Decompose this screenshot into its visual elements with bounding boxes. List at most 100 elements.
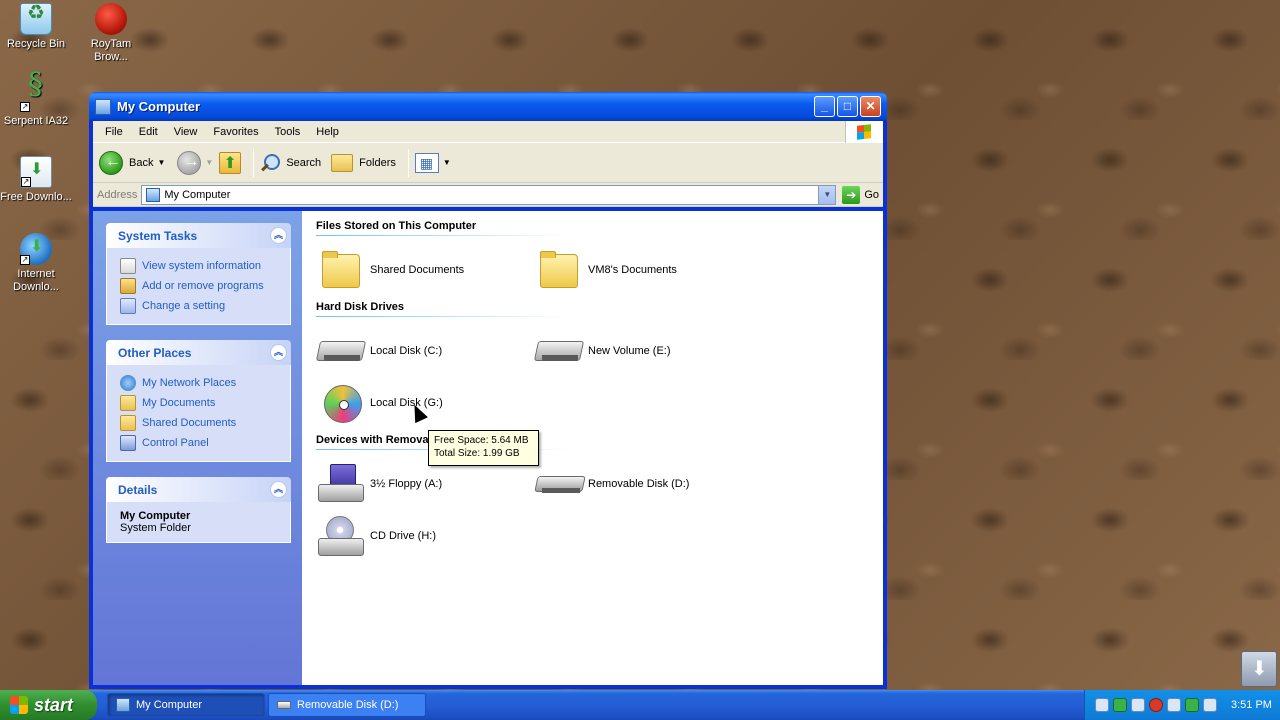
tray-app-icon[interactable] [1185,698,1199,712]
tooltip-free-space: Free Space: 5.64 MB [434,435,529,446]
tray-network-icon[interactable] [1113,698,1127,712]
control-panel-link[interactable]: Control Panel [120,433,280,453]
clock[interactable]: 3:51 PM [1231,699,1272,711]
add-remove-programs-icon [120,278,136,294]
download-manager-icon: ↗ [20,233,52,265]
cd-drive-icon [316,516,364,556]
other-places-header[interactable]: Other Places ︽ [106,340,291,365]
address-dropdown-icon[interactable]: ▼ [818,185,836,204]
desktop-icon-label: RoyTam Brow... [90,38,132,63]
my-network-places-link[interactable]: My Network Places [120,373,280,393]
my-computer-icon [95,98,111,115]
system-tasks-header[interactable]: System Tasks ︽ [106,223,291,248]
show-desktop-icon[interactable] [1241,651,1277,687]
my-documents-link[interactable]: My Documents [120,393,280,413]
windows-logo-icon [845,121,883,143]
floppy-drive-icon [316,464,364,504]
removable-disk-d-item[interactable]: Removable Disk (D:) [534,458,752,510]
menu-edit[interactable]: Edit [131,126,166,138]
back-arrow-icon: ← [99,150,123,175]
recycle-bin-icon [20,3,52,35]
link-label: My Documents [142,397,216,409]
views-button[interactable]: ▼ [414,152,451,173]
my-computer-icon [146,187,161,202]
system-tasks-panel: System Tasks ︽ View system information A… [106,223,291,325]
change-setting-link[interactable]: Change a setting [120,296,280,316]
group-title-hard-disk-drives: Hard Disk Drives [316,301,405,313]
forward-arrow-icon: → [177,150,202,175]
go-label: Go [864,188,879,201]
details-type: System Folder [120,522,191,534]
tray-app-icon[interactable] [1203,698,1217,712]
removable-disk-icon [277,701,291,709]
item-label: VM8's Documents [588,264,677,276]
folders-button[interactable]: Folders [331,153,396,172]
new-volume-e-item[interactable]: New Volume (E:) [534,325,752,377]
local-disk-g-item[interactable]: Local Disk (G:) [316,377,534,429]
menu-tools[interactable]: Tools [267,126,309,138]
desktop-icon-roytam-browser[interactable]: RoyTam Brow... [74,3,148,64]
shortcut-arrow-icon: ↗ [21,177,31,187]
search-label: Search [286,156,322,169]
go-button[interactable]: ➔ Go [842,185,879,204]
local-disk-c-item[interactable]: Local Disk (C:) [316,325,534,377]
menu-file[interactable]: File [97,126,131,138]
minimize-button[interactable]: _ [814,96,835,117]
add-remove-programs-link[interactable]: Add or remove programs [120,276,280,296]
control-panel-icon [120,298,136,314]
chevron-down-icon[interactable]: ▼ [443,158,451,167]
shared-documents-item[interactable]: Shared Documents [316,244,534,296]
item-label: CD Drive (H:) [370,530,436,542]
tray-app-icon[interactable] [1167,698,1181,712]
tray-app-icon[interactable] [1095,698,1109,712]
collapse-icon[interactable]: ︽ [270,227,287,244]
desktop-icon-free-download[interactable]: ↗ Free Downlo... [0,156,73,204]
cd-drive-h-item[interactable]: CD Drive (H:) [316,510,534,562]
network-places-icon [120,375,136,391]
maximize-button[interactable]: □ [837,96,858,117]
window-title: My Computer [117,99,201,114]
taskbar-button-label: Removable Disk (D:) [297,699,399,711]
task-pane: System Tasks ︽ View system information A… [93,211,302,685]
forward-button[interactable]: → ▼ [177,150,213,175]
vm8-documents-item[interactable]: VM8's Documents [534,244,752,296]
folders-label: Folders [359,156,396,169]
desktop-icon-label: Internet Downlo... [13,268,59,293]
taskbar-button-my-computer[interactable]: My Computer [107,693,265,717]
desktop-icon-recycle-bin[interactable]: Recycle Bin [0,3,73,51]
start-button[interactable]: start [0,690,97,720]
system-info-icon [120,258,136,274]
address-label: Address [97,188,138,201]
menu-help[interactable]: Help [308,126,347,138]
my-computer-window: My Computer _ □ ✕ File Edit View Favorit… [89,92,887,689]
taskbar-button-removable-disk[interactable]: Removable Disk (D:) [268,693,426,717]
search-button[interactable]: Search [260,152,321,174]
address-field[interactable]: My Computer ▼ [141,184,837,205]
up-button[interactable] [219,151,242,174]
shared-documents-link[interactable]: Shared Documents [120,413,280,433]
link-label: Add or remove programs [142,280,264,292]
toolbar-separator [253,148,255,177]
chevron-down-icon[interactable]: ▼ [205,158,213,167]
group-divider [316,235,571,236]
chevron-down-icon[interactable]: ▼ [157,158,165,167]
tray-app-icon[interactable] [1131,698,1145,712]
tray-security-icon[interactable] [1149,698,1163,712]
menu-favorites[interactable]: Favorites [205,126,266,138]
other-places-panel: Other Places ︽ My Network Places My Docu… [106,340,291,462]
collapse-icon[interactable]: ︽ [270,481,287,498]
view-system-information-link[interactable]: View system information [120,256,280,276]
desktop-icon-internet-download[interactable]: ↗ Internet Downlo... [0,233,73,294]
link-label: View system information [142,260,262,272]
menu-view[interactable]: View [166,126,206,138]
shortcut-arrow-icon: ↗ [20,255,30,265]
collapse-icon[interactable]: ︽ [270,344,287,361]
group-divider [316,316,571,317]
details-header[interactable]: Details ︽ [106,477,291,502]
title-bar[interactable]: My Computer _ □ ✕ [89,92,887,121]
back-button[interactable]: ← Back ▼ [99,150,165,175]
address-value: My Computer [164,188,231,201]
desktop-icon-serpent[interactable]: ↗ Serpent IA32 [0,78,73,128]
folder-icon [316,250,362,290]
close-button[interactable]: ✕ [860,96,881,117]
